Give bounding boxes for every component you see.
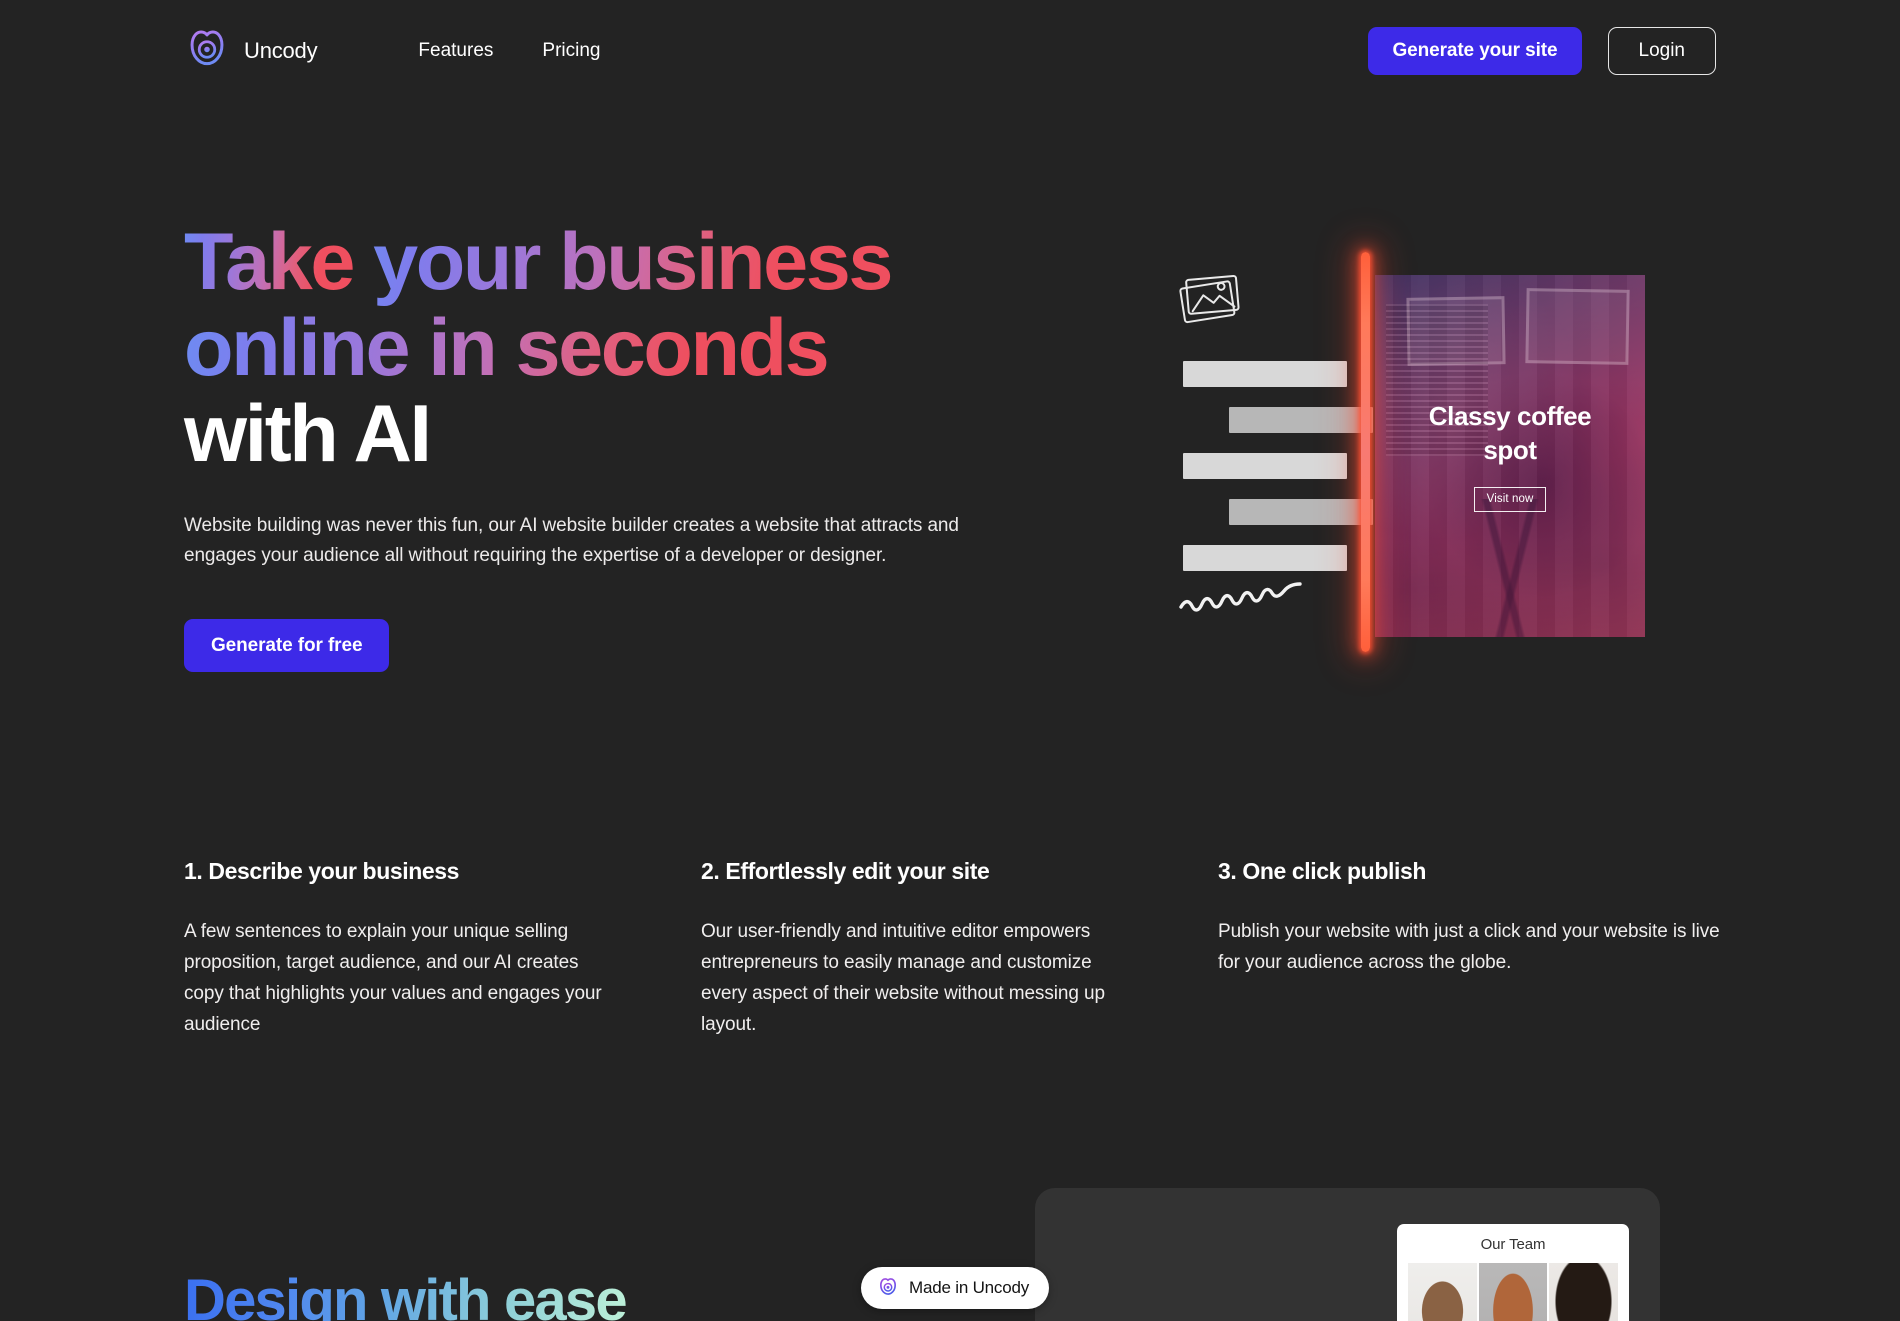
team-photo-row [1397, 1263, 1629, 1321]
made-in-uncody-badge[interactable]: Made in Uncody [861, 1267, 1050, 1309]
step-describe-your-business: 1. Describe your business A few sentence… [184, 858, 701, 1041]
hero-title-line-1a: Take [184, 217, 355, 307]
team-member-photo [1408, 1263, 1477, 1321]
nav-item-pricing[interactable]: Pricing [542, 40, 600, 62]
visit-now-button[interactable]: Visit now [1473, 486, 1547, 512]
step-title: 3. One click publish [1218, 858, 1427, 884]
nav-item-features[interactable]: Features [418, 40, 493, 62]
generate-for-free-button[interactable]: Generate for free [184, 619, 390, 673]
login-button[interactable]: Login [1607, 27, 1716, 75]
hero-title-line-1b: your business [353, 217, 893, 307]
team-member-photo [1478, 1263, 1548, 1321]
hero-title-line-2: online in seconds [184, 302, 830, 393]
showcase-panel: Our Team [1035, 1188, 1660, 1321]
uncody-logo-icon [190, 30, 224, 66]
skeleton-bar [1229, 499, 1373, 525]
skeleton-bar [1183, 545, 1347, 571]
step-body: Our user-friendly and intuitive editor e… [701, 921, 1105, 1035]
design-with-ease-title: Design with ease [184, 1272, 628, 1321]
skeleton-bar [1183, 453, 1347, 479]
brand-logo-link[interactable]: Uncody [184, 28, 318, 74]
main-nav: Features Pricing [418, 40, 600, 62]
step-title: 1. Describe your business [184, 858, 460, 884]
squiggle-doodle-icon [1179, 582, 1302, 612]
header-actions: Generate your site Login [1368, 27, 1716, 75]
stacked-photos-icon [1179, 274, 1240, 324]
hero-section: Take your business online in seconds wit… [0, 102, 1900, 822]
page-title: Take your business online in seconds wit… [184, 217, 974, 479]
skeleton-bar [1183, 361, 1347, 387]
preview-card-body: Classy coffee spot Visit now [1375, 275, 1645, 637]
step-title: 2. Effortlessly edit your site [701, 858, 990, 884]
brand-name: Uncody [244, 38, 318, 63]
step-body: Publish your website with just a click a… [1218, 921, 1720, 973]
generate-your-site-button[interactable]: Generate your site [1368, 27, 1582, 75]
skeleton-bar [1229, 407, 1373, 433]
our-team-card-title: Our Team [1480, 1236, 1546, 1253]
step-one-click-publish: 3. One click publish Publish your websit… [1218, 858, 1732, 1041]
made-in-uncody-label: Made in Uncody [909, 1278, 1030, 1297]
glow-accent-line [1361, 252, 1370, 652]
step-body: A few sentences to explain your unique s… [184, 921, 602, 1035]
team-member-photo [1549, 1263, 1619, 1321]
preview-site-card[interactable]: Classy coffee spot Visit now [1375, 275, 1645, 637]
uncody-logo-icon [880, 1278, 896, 1295]
steps-section: 1. Describe your business A few sentence… [184, 858, 1732, 1041]
step-effortlessly-edit-your-site: 2. Effortlessly edit your site Our user-… [701, 858, 1218, 1041]
preview-card-title: Classy coffee spot [1428, 401, 1592, 465]
hero-subtitle: Website building was never this fun, our… [184, 514, 959, 567]
our-team-card[interactable]: Our Team [1397, 1224, 1629, 1321]
hero-copy: Take your business online in seconds wit… [184, 217, 974, 673]
hero-title-line-3: with AI [184, 388, 432, 479]
hero-illustration: Classy coffee spot Visit now [1175, 247, 1645, 667]
site-header: Uncody Features Pricing Generate your si… [0, 0, 1900, 102]
